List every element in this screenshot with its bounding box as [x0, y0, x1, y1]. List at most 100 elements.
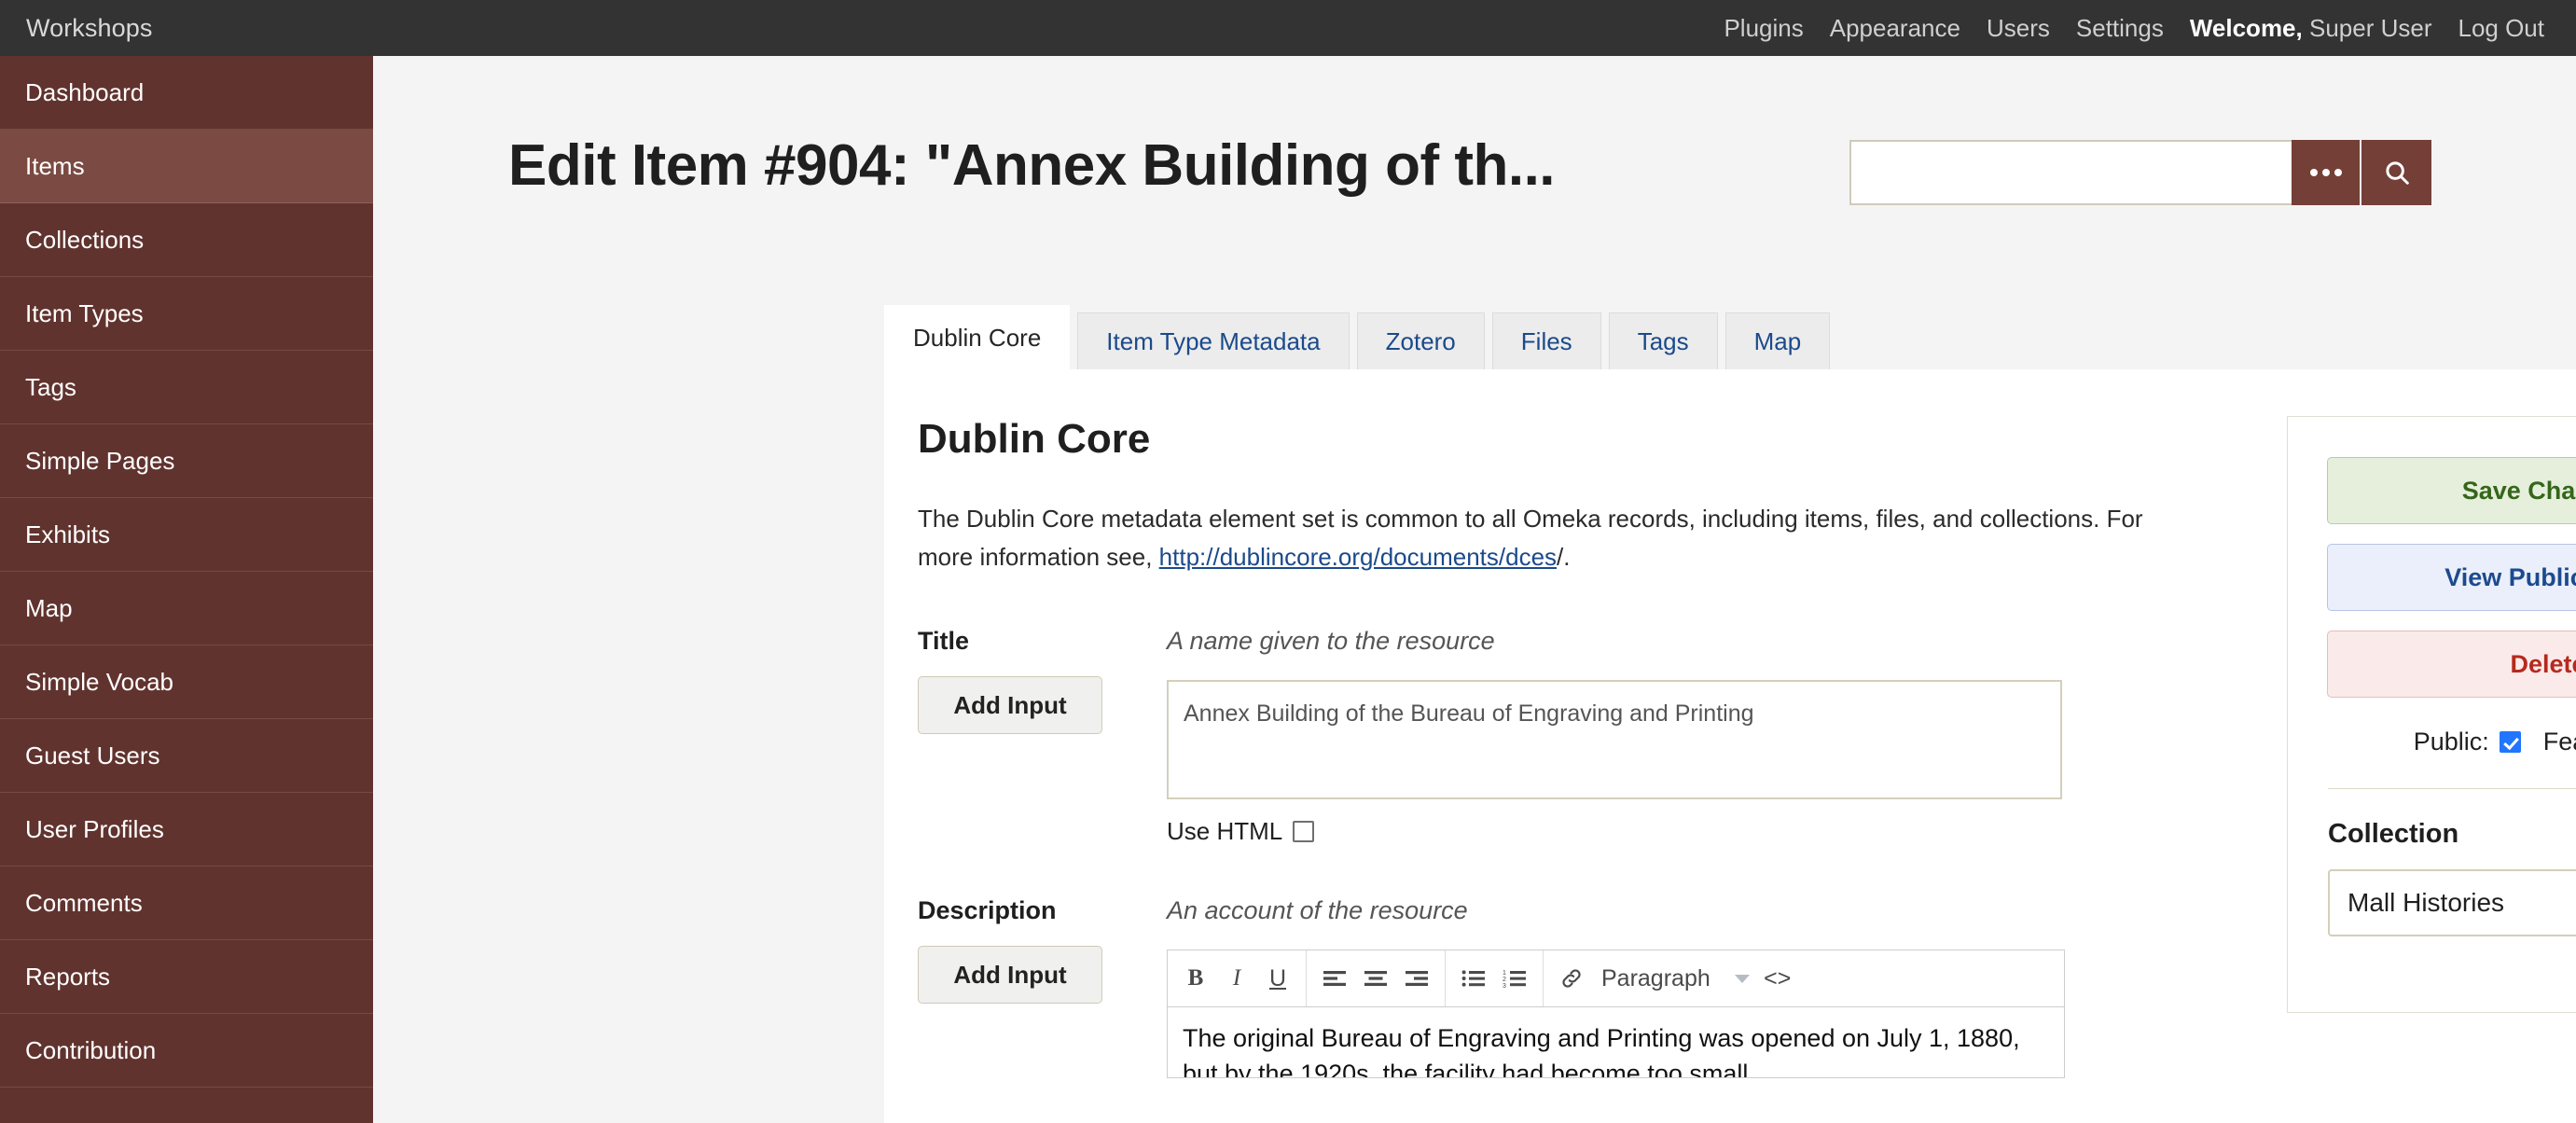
- sidebar-item-contribution[interactable]: Contribution: [0, 1014, 373, 1088]
- use-html-label-title: Use HTML: [1167, 817, 1283, 845]
- sidebar-item-items[interactable]: Items: [0, 130, 373, 203]
- collection-select[interactable]: Mall Histories: [2328, 869, 2576, 936]
- sidebar-item-comments[interactable]: Comments: [0, 867, 373, 940]
- logout-link[interactable]: Log Out: [2458, 14, 2544, 43]
- toolbar-group-lists: 1 2 3: [1446, 950, 1544, 1006]
- sidebar-item-user-profiles[interactable]: User Profiles: [0, 793, 373, 867]
- sidebar-item-guest-users[interactable]: Guest Users: [0, 719, 373, 793]
- tab-tags[interactable]: Tags: [1608, 312, 1718, 370]
- welcome-username: Super User: [2302, 13, 2432, 42]
- description-text-part2: /.: [1557, 543, 1571, 571]
- bold-button[interactable]: B: [1175, 958, 1216, 999]
- section-heading: Dublin Core: [918, 416, 1151, 462]
- field-title-left: Title Add Input: [918, 627, 1149, 846]
- field-description-hint: An account of the resource: [1167, 896, 1468, 924]
- link-button[interactable]: [1551, 958, 1592, 999]
- dublin-core-spec-link[interactable]: http://dublincore.org/documents/dces: [1159, 543, 1557, 571]
- public-flag: Public:: [2414, 728, 2521, 756]
- search-options-button[interactable]: [2292, 140, 2361, 205]
- use-html-row-title: Use HTML: [1167, 817, 2171, 846]
- field-description-label: Description: [918, 896, 1057, 924]
- welcome-prefix: Welcome,: [2189, 13, 2303, 42]
- editor-toolbar: B I U 1 2 3 Paragraph <>: [1167, 950, 2065, 1007]
- bullet-list-icon: [1461, 970, 1485, 987]
- view-public-page-button[interactable]: View Public Page: [2327, 544, 2576, 611]
- sidebar: Dashboard Items Collections Item Types T…: [0, 56, 373, 1123]
- public-checkbox[interactable]: [2499, 731, 2521, 753]
- save-changes-button[interactable]: Save Changes: [2327, 457, 2576, 524]
- sidebar-item-item-types[interactable]: Item Types: [0, 277, 373, 351]
- title-textarea[interactable]: [1167, 680, 2062, 799]
- tab-panel-dublin-core: Dublin Core The Dublin Core metadata ele…: [884, 369, 2576, 1123]
- collection-label: Collection: [2328, 819, 2459, 849]
- add-input-button-title[interactable]: Add Input: [918, 676, 1102, 734]
- tab-item-type-metadata[interactable]: Item Type Metadata: [1077, 312, 1350, 370]
- top-bar: Workshops Plugins Appearance Users Setti…: [0, 0, 2576, 56]
- topnav-plugins[interactable]: Plugins: [1724, 14, 1803, 43]
- field-description: Description Add Input An account of the …: [918, 896, 2171, 1078]
- bullet-list-button[interactable]: [1453, 958, 1494, 999]
- item-flags-row: Public: Featured:: [2288, 728, 2576, 756]
- svg-text:2: 2: [1503, 977, 1506, 983]
- paragraph-format-select[interactable]: Paragraph: [1592, 965, 1757, 992]
- add-input-button-description[interactable]: Add Input: [918, 946, 1102, 1004]
- rich-text-editor: B I U 1 2 3 Paragraph <> The original Bu…: [1167, 950, 2065, 1078]
- featured-flag: Featured:: [2543, 728, 2576, 756]
- ellipsis-icon: [2309, 169, 2342, 176]
- field-title-label: Title: [918, 627, 970, 655]
- sidebar-item-exhibits[interactable]: Exhibits: [0, 498, 373, 572]
- top-navigation: Plugins Appearance Users Settings Welcom…: [1724, 14, 2576, 43]
- section-description: The Dublin Core metadata element set is …: [918, 500, 2158, 576]
- item-actions-panel: Save Changes View Public Page Delete Pub…: [2287, 416, 2576, 1013]
- search-input[interactable]: [1849, 140, 2292, 205]
- editor-content-area[interactable]: The original Bureau of Engraving and Pri…: [1167, 1007, 2065, 1078]
- svg-text:3: 3: [1503, 983, 1506, 988]
- field-description-left: Description Add Input: [918, 896, 1149, 1078]
- align-right-button[interactable]: [1396, 958, 1437, 999]
- align-right-icon: [1406, 971, 1428, 986]
- sidebar-item-collections[interactable]: Collections: [0, 203, 373, 277]
- search-submit-button[interactable]: [2361, 140, 2431, 205]
- topnav-appearance[interactable]: Appearance: [1830, 14, 1960, 43]
- field-title-hint: A name given to the resource: [1167, 627, 1495, 655]
- align-left-icon: [1323, 971, 1346, 986]
- page-header: Edit Item #904: "Annex Building of th...: [508, 131, 2467, 233]
- toolbar-group-align: [1307, 950, 1446, 1006]
- numbered-list-icon: 1 2 3: [1503, 970, 1526, 988]
- sidebar-item-tags[interactable]: Tags: [0, 351, 373, 424]
- svg-text:1: 1: [1503, 970, 1506, 977]
- delete-button[interactable]: Delete: [2327, 631, 2576, 698]
- align-center-icon: [1364, 971, 1387, 986]
- underline-button[interactable]: U: [1257, 958, 1298, 999]
- topnav-users[interactable]: Users: [1987, 14, 2050, 43]
- sidebar-item-dashboard[interactable]: Dashboard: [0, 56, 373, 130]
- toolbar-group-format: B I U: [1168, 950, 1307, 1006]
- use-html-checkbox-title[interactable]: [1293, 821, 1315, 842]
- chevron-down-icon: [1734, 974, 1750, 983]
- welcome-message: Welcome, Super User: [2190, 14, 2432, 43]
- sidebar-item-simple-pages[interactable]: Simple Pages: [0, 424, 373, 498]
- align-center-button[interactable]: [1355, 958, 1396, 999]
- italic-button[interactable]: I: [1216, 958, 1257, 999]
- search-bar: [1849, 140, 2431, 205]
- sidebar-item-reports[interactable]: Reports: [0, 940, 373, 1014]
- tab-zotero[interactable]: Zotero: [1356, 312, 1485, 370]
- paragraph-format-value: Paragraph: [1601, 964, 1710, 991]
- numbered-list-button[interactable]: 1 2 3: [1494, 958, 1535, 999]
- field-description-right: An account of the resource B I U 1 2 3 P…: [1149, 896, 2171, 1078]
- sidebar-item-map[interactable]: Map: [0, 572, 373, 645]
- align-left-button[interactable]: [1314, 958, 1355, 999]
- dublin-core-section: Dublin Core The Dublin Core metadata ele…: [884, 369, 2209, 1078]
- main-content: Edit Item #904: "Annex Building of th...…: [373, 56, 2576, 1123]
- source-code-button[interactable]: <>: [1757, 958, 1798, 999]
- toolbar-group-insert: Paragraph <>: [1544, 950, 1806, 1006]
- tab-files[interactable]: Files: [1491, 312, 1601, 370]
- tab-dublin-core[interactable]: Dublin Core: [884, 305, 1071, 370]
- topnav-settings[interactable]: Settings: [2076, 14, 2164, 43]
- tab-map[interactable]: Map: [1724, 312, 1831, 370]
- app-brand: Workshops: [26, 13, 153, 42]
- public-label: Public:: [2413, 728, 2489, 756]
- sidebar-item-simple-vocab[interactable]: Simple Vocab: [0, 645, 373, 719]
- field-title-right: A name given to the resource Use HTML: [1149, 627, 2171, 846]
- tab-bar: Dublin Core Item Type Metadata Zotero Fi…: [884, 305, 1831, 370]
